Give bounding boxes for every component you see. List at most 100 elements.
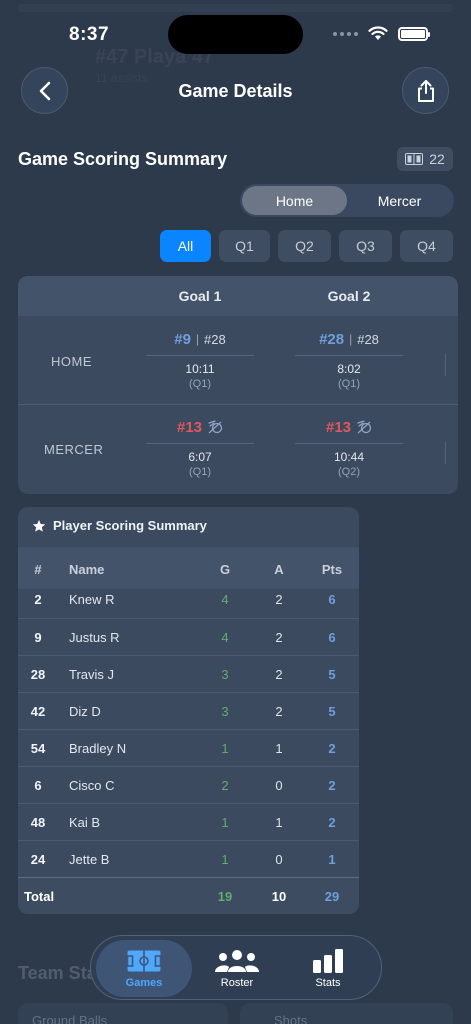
tab-label: Stats: [315, 976, 341, 989]
goal-cell[interactable]: #13 10:44 (Q2): [295, 416, 403, 478]
total-assists: 10: [271, 889, 287, 904]
player-goals: 3: [221, 667, 229, 682]
player-scoring-title: Player Scoring Summary: [32, 518, 207, 533]
tab-bar: Games Roster Stats: [90, 935, 382, 1000]
header-goals: G: [219, 562, 231, 577]
table-row[interactable]: 48 Kai B 1 1 2: [18, 803, 359, 840]
goal-column-header: Goal 2: [327, 288, 371, 304]
bar-chart-icon: [313, 948, 343, 973]
header-assists: A: [274, 562, 284, 577]
player-points: 2: [328, 815, 336, 830]
player-assists: 1: [275, 815, 283, 830]
player-goals: 3: [221, 704, 229, 719]
total-points: 29: [324, 889, 340, 904]
quarter-filter-q3[interactable]: Q3: [339, 230, 392, 262]
quarter-filter-q2[interactable]: Q2: [278, 230, 331, 262]
scorer-number: #13: [325, 418, 352, 436]
field-icon: [126, 950, 162, 971]
player-points: 2: [328, 778, 336, 793]
total-row: Total 19 10 29: [18, 877, 359, 914]
team-toggle-home[interactable]: Home: [242, 186, 347, 215]
player-assists: 2: [275, 667, 283, 682]
player-name: Justus R: [69, 630, 120, 645]
player-name: Bradley N: [69, 741, 127, 756]
table-row[interactable]: 2 Knew R 4 2 6: [18, 581, 359, 618]
share-button[interactable]: [402, 67, 449, 114]
header-points: Pts: [321, 562, 343, 577]
player-name: Cisco C: [69, 778, 115, 793]
goals-table-header: Goal 1 Goal 2: [18, 276, 458, 316]
share-icon: [417, 79, 434, 102]
player-scoring-table: Player Scoring Summary # Name G A Pts 2 …: [18, 507, 359, 914]
scoreboard-icon: [405, 153, 424, 165]
player-goals: 1: [221, 852, 229, 867]
tab-stats[interactable]: Stats: [280, 940, 376, 997]
wifi-icon: [368, 26, 388, 40]
player-number: 6: [34, 778, 42, 793]
goal-cell[interactable]: #28 | #28 8:02 (Q1): [295, 328, 403, 390]
player-name: Kai B: [69, 815, 101, 830]
stat-card-label: Shots: [274, 1013, 308, 1024]
player-assists: 1: [275, 741, 283, 756]
table-row[interactable]: 28 Travis J 3 2 5: [18, 655, 359, 692]
team-toggle-mercer[interactable]: Mercer: [347, 186, 452, 215]
tab-roster[interactable]: Roster: [189, 940, 285, 997]
player-assists: 0: [275, 778, 283, 793]
table-row[interactable]: 6 Cisco C 2 0 2: [18, 766, 359, 803]
goal-cell[interactable]: #13 6:07 (Q1): [146, 416, 254, 478]
cellular-icon: [333, 31, 358, 36]
tab-label: Roster: [220, 976, 254, 989]
goal-time: 8:02: [337, 362, 361, 376]
player-scoring-title-text: Player Scoring Summary: [53, 518, 207, 533]
table-row[interactable]: 42 Diz D 3 2 5: [18, 692, 359, 729]
quarter-filter-all[interactable]: All: [160, 230, 211, 262]
player-goals: 1: [221, 741, 229, 756]
player-assists: 2: [275, 630, 283, 645]
player-goals: 4: [221, 592, 229, 607]
table-row[interactable]: 24 Jette B 1 0 1: [18, 840, 359, 877]
player-name: Travis J: [69, 667, 115, 682]
player-name: Diz D: [69, 704, 101, 719]
player-assists: 2: [275, 592, 283, 607]
ghost-bar: [18, 4, 453, 12]
quarter-filter-q4[interactable]: Q4: [400, 230, 453, 262]
goal-quarter: (Q1): [189, 378, 211, 390]
quarter-filter-q1[interactable]: Q1: [219, 230, 270, 262]
player-assists: 2: [275, 704, 283, 719]
total-label: Total: [24, 889, 55, 904]
status-icons: [333, 26, 430, 41]
table-row[interactable]: 54 Bradley N 1 1 2: [18, 729, 359, 766]
goal-quarter: (Q2): [338, 466, 360, 478]
stat-card-ground-balls[interactable]: Ground Balls: [18, 1003, 228, 1024]
status-time: 8:37: [69, 24, 110, 45]
scorer-number: #28: [319, 330, 345, 348]
tab-games[interactable]: Games: [96, 940, 192, 997]
quarter-filter: All Q1 Q2 Q3 Q4: [160, 230, 453, 262]
player-number: 42: [30, 704, 46, 719]
player-points: 6: [328, 592, 336, 607]
stat-card-label: Ground Balls: [32, 1013, 108, 1024]
player-goals: 1: [221, 815, 229, 830]
team-label-mercer: MERCER: [44, 442, 104, 457]
goal-time: 10:44: [333, 450, 365, 464]
stat-card-shots[interactable]: Shots: [240, 1003, 453, 1024]
separator: |: [195, 332, 200, 346]
scorer-number: #13: [176, 418, 203, 436]
player-number: 54: [30, 741, 46, 756]
separator: |: [349, 332, 353, 346]
player-points: 5: [328, 667, 336, 682]
battery-icon: [398, 26, 430, 41]
goal-column-header: Goal 1: [178, 288, 222, 304]
player-number: 2: [34, 592, 42, 607]
player-name: Jette B: [69, 852, 110, 867]
tab-label: Games: [125, 976, 163, 989]
player-number: 24: [30, 852, 46, 867]
player-points: 6: [328, 630, 336, 645]
table-row[interactable]: 9 Justus R 4 2 6: [18, 618, 359, 655]
player-assists: 0: [275, 852, 283, 867]
goals-count: 22: [429, 151, 445, 167]
goal-cell[interactable]: #9 | #28 10:11 (Q1): [146, 328, 254, 390]
header-number: #: [34, 562, 42, 577]
goals-table[interactable]: Goal 1 Goal 2 HOME #9 | #28 10:11 (Q1) #…: [18, 276, 458, 494]
total-goals: 19: [217, 889, 233, 904]
